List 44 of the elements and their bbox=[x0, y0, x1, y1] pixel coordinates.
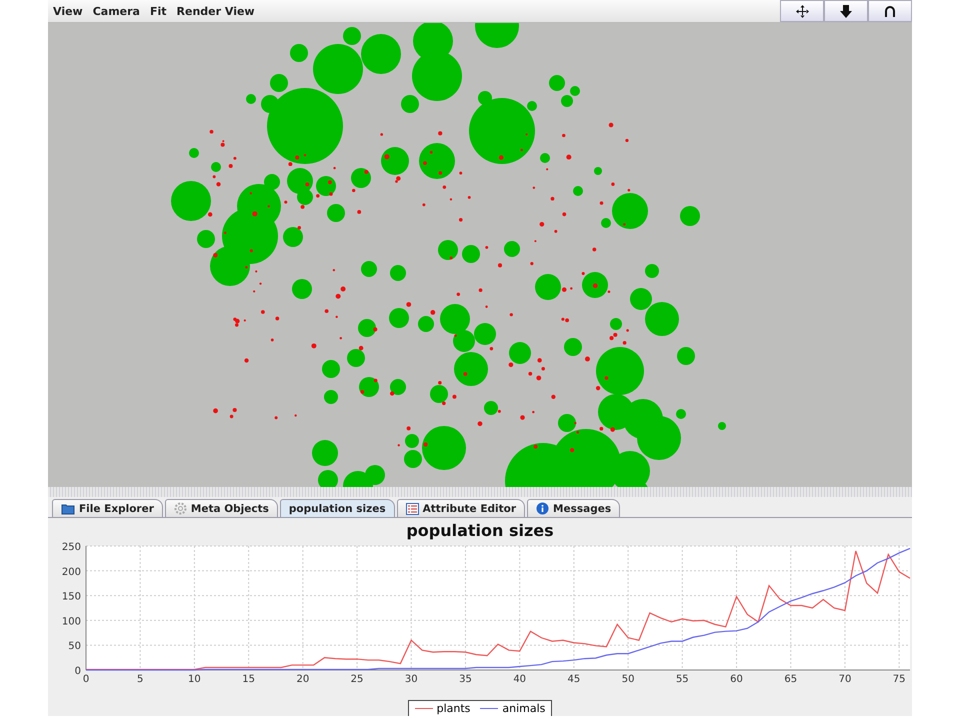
rotate-button[interactable] bbox=[868, 0, 912, 22]
x-tick-label: 35 bbox=[459, 674, 472, 685]
legend-label: plants bbox=[436, 702, 470, 715]
arc-icon bbox=[884, 4, 896, 18]
x-tick-label: 0 bbox=[82, 674, 90, 685]
x-tick-label: 70 bbox=[838, 674, 852, 685]
tab[interactable]: population sizes bbox=[280, 499, 395, 517]
gear-icon bbox=[174, 502, 187, 515]
chart-title: population sizes bbox=[406, 521, 554, 540]
menu-item[interactable]: Camera bbox=[88, 4, 145, 18]
y-tick-label: 250 bbox=[62, 542, 81, 553]
x-tick-label: 65 bbox=[784, 674, 798, 685]
tab[interactable]: Messages bbox=[527, 499, 620, 517]
x-tick-label: 40 bbox=[513, 674, 526, 685]
menu-item[interactable]: View bbox=[48, 4, 88, 18]
x-tick-label: 15 bbox=[242, 674, 255, 685]
x-tick-label: 45 bbox=[568, 674, 580, 685]
down-arrow-icon bbox=[840, 4, 852, 18]
y-tick-label: 50 bbox=[68, 641, 81, 652]
x-tick-label: 30 bbox=[404, 674, 418, 685]
x-tick-label: 60 bbox=[730, 674, 743, 685]
legend-label: animals bbox=[502, 702, 546, 715]
tab[interactable]: Attribute Editor bbox=[396, 499, 526, 517]
y-tick-label: 0 bbox=[74, 666, 81, 677]
x-tick-label: 20 bbox=[296, 674, 310, 685]
move-arrows-icon bbox=[796, 4, 808, 18]
y-tick-label: 200 bbox=[62, 566, 81, 578]
x-tick-label: 55 bbox=[676, 674, 689, 685]
info-icon bbox=[536, 502, 550, 515]
menu-item[interactable]: Fit bbox=[144, 4, 172, 18]
menu-item[interactable]: Render View bbox=[172, 4, 260, 18]
x-tick-label: 10 bbox=[188, 674, 201, 685]
x-tick-label: 50 bbox=[622, 674, 634, 685]
y-tick-label: 150 bbox=[62, 592, 81, 603]
x-tick-label: 25 bbox=[350, 674, 364, 685]
folder-icon bbox=[61, 502, 75, 514]
x-tick-label: 75 bbox=[892, 674, 906, 685]
table-icon bbox=[406, 502, 419, 514]
zoom-button[interactable] bbox=[824, 0, 868, 22]
tab[interactable]: Meta Objects bbox=[164, 499, 278, 517]
tab[interactable]: File Explorer bbox=[52, 499, 163, 517]
pan-button[interactable] bbox=[780, 0, 824, 22]
y-tick-label: 100 bbox=[62, 616, 81, 628]
x-tick-label: 5 bbox=[137, 674, 144, 685]
